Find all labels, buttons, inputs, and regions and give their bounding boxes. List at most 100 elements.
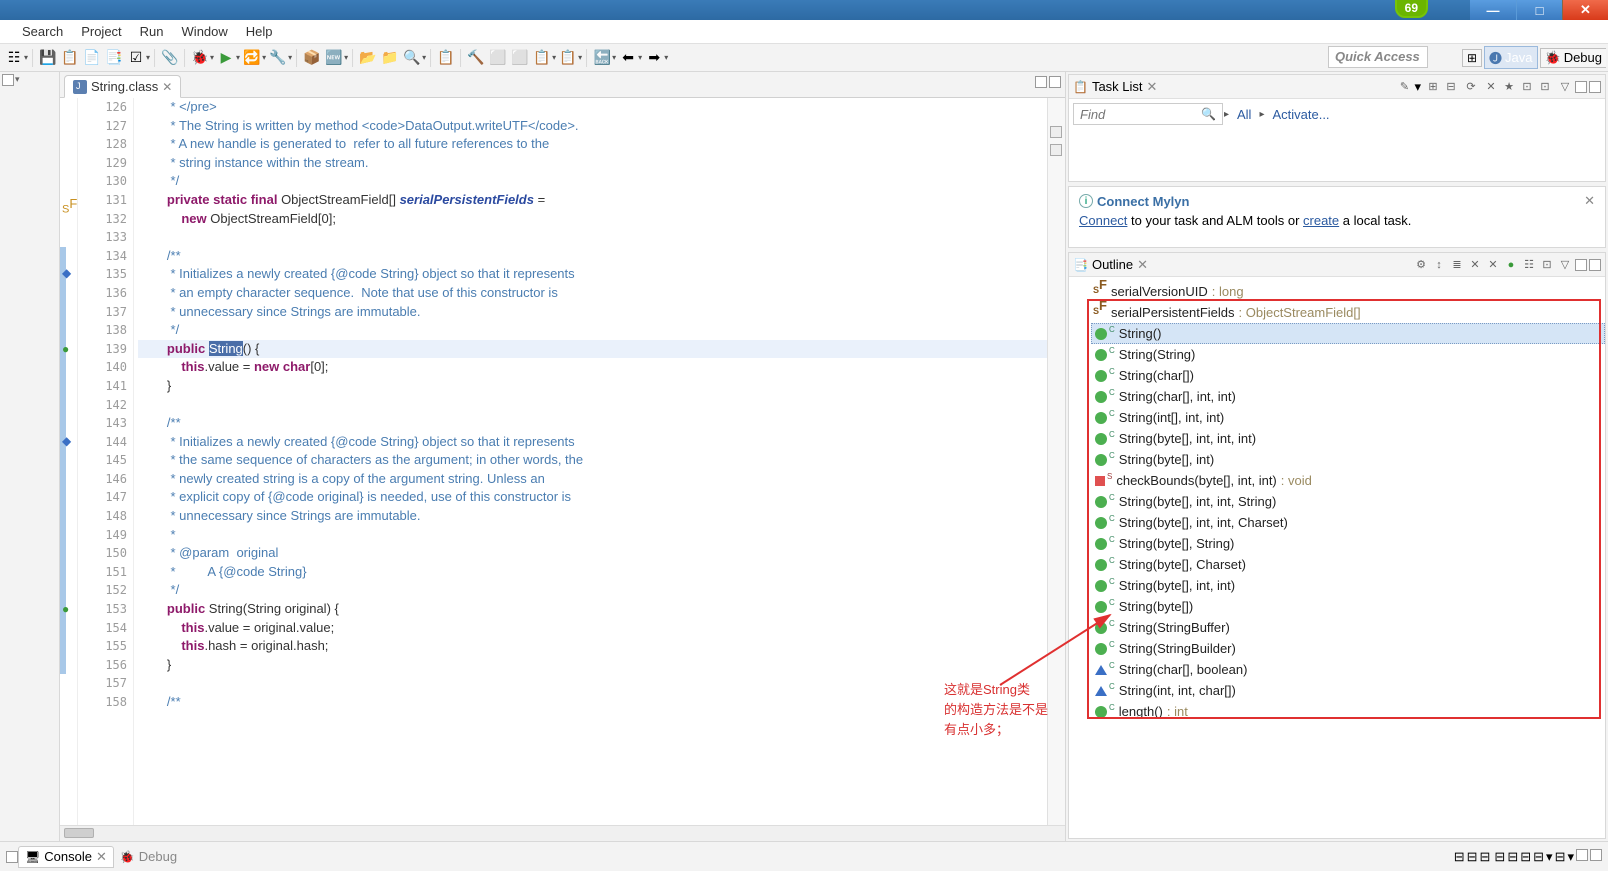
toolbar-icon[interactable]: ⊟: [1520, 849, 1531, 865]
toolbar-icon[interactable]: 📋: [60, 48, 80, 68]
outline-item[interactable]: CString(byte[], int, int, Charset): [1095, 512, 1605, 533]
toolbar-icon[interactable]: ✕: [1483, 79, 1499, 95]
toolbar-icon[interactable]: ⬜: [510, 48, 530, 68]
notification-badge[interactable]: 69: [1395, 0, 1428, 18]
debug-icon[interactable]: 🐞: [190, 48, 210, 68]
toolbar-icon[interactable]: ★: [1501, 79, 1517, 95]
task-all-link[interactable]: All: [1237, 107, 1251, 122]
maximize-icon[interactable]: [1590, 849, 1602, 861]
outline-item[interactable]: Clength() : int: [1095, 701, 1605, 722]
toolbar-icon[interactable]: ☷: [1521, 257, 1537, 273]
minimize-icon[interactable]: [1575, 81, 1587, 93]
perspective-java[interactable]: 🅙Java: [1484, 46, 1537, 69]
search-icon[interactable]: 🔍: [402, 48, 422, 68]
view-menu-icon[interactable]: ▽: [1557, 79, 1573, 95]
toolbar-icon[interactable]: ⊟: [1480, 849, 1491, 865]
restore-icon[interactable]: [6, 851, 18, 863]
toolbar-icon[interactable]: ⊟: [1555, 849, 1566, 865]
outline-item[interactable]: CString(): [1091, 323, 1605, 344]
toolbar-icon[interactable]: 📋: [436, 48, 456, 68]
outline-item[interactable]: CString(StringBuilder): [1095, 638, 1605, 659]
menu-project[interactable]: Project: [73, 22, 129, 41]
toolbar-icon[interactable]: ●: [1503, 257, 1519, 273]
new-package-icon[interactable]: 📦: [302, 48, 322, 68]
new-task-icon[interactable]: ✎: [1396, 79, 1412, 95]
outline-item[interactable]: CString(byte[], int): [1095, 449, 1605, 470]
toolbar-icon[interactable]: ☑: [126, 48, 146, 68]
maximize-icon[interactable]: [1589, 81, 1601, 93]
save-icon[interactable]: 💾: [38, 48, 58, 68]
maximize-icon[interactable]: [1589, 259, 1601, 271]
sort-icon[interactable]: ↕: [1431, 257, 1447, 273]
toolbar-icon[interactable]: ⊟: [1507, 849, 1518, 865]
overview-mark[interactable]: [1050, 126, 1062, 138]
outline-item[interactable]: CString(String): [1095, 344, 1605, 365]
outline-item[interactable]: SFserialPersistentFields : ObjectStreamF…: [1095, 302, 1605, 323]
toolbar-icon[interactable]: ⊟: [1467, 849, 1478, 865]
external-tools-icon[interactable]: 🔧: [268, 48, 288, 68]
toolbar-icon[interactable]: ⊟: [1443, 79, 1459, 95]
open-perspective-button[interactable]: ⊞: [1462, 49, 1482, 67]
source-code[interactable]: * </pre> * The String is written by meth…: [134, 98, 1047, 825]
create-link[interactable]: create: [1303, 213, 1339, 228]
toolbar-icon[interactable]: 📁: [380, 48, 400, 68]
restore-icon[interactable]: [2, 74, 14, 86]
toolbar-icon[interactable]: 📋: [532, 48, 552, 68]
maximize-view-icon[interactable]: [1049, 76, 1061, 88]
toolbar-icon[interactable]: 📑: [104, 48, 124, 68]
toolbar-icon[interactable]: ⚙: [1413, 257, 1429, 273]
toolbar-icon[interactable]: ☷: [4, 48, 24, 68]
outline-item[interactable]: CString(char[]): [1095, 365, 1605, 386]
quick-access-input[interactable]: Quick Access: [1328, 46, 1428, 68]
toolbar-icon[interactable]: 📋: [558, 48, 578, 68]
toolbar-icon[interactable]: ⊟: [1494, 849, 1505, 865]
menu-window[interactable]: Window: [174, 22, 236, 41]
toolbar-icon[interactable]: 📄: [82, 48, 102, 68]
minimize-view-icon[interactable]: [1035, 76, 1047, 88]
view-menu-icon[interactable]: ▽: [1557, 257, 1573, 273]
search-icon[interactable]: 🔍: [1201, 107, 1216, 121]
run-icon[interactable]: ▶: [216, 48, 236, 68]
outline-item[interactable]: CString(StringBuffer): [1095, 617, 1605, 638]
outline-item[interactable]: CString(char[], int, int): [1095, 386, 1605, 407]
outline-item[interactable]: CString(int, int, char[]): [1095, 680, 1605, 701]
toolbar-icon[interactable]: ⊡: [1537, 79, 1553, 95]
outline-item[interactable]: CString(char[], boolean): [1095, 659, 1605, 680]
horizontal-scrollbar[interactable]: [60, 825, 1065, 841]
outline-item[interactable]: CString(byte[], int, int, String): [1095, 491, 1605, 512]
console-tab[interactable]: 🖥 Console ✕: [18, 846, 114, 868]
run-last-icon[interactable]: 🔁: [242, 48, 262, 68]
menu-search[interactable]: Search: [14, 22, 71, 41]
debug-tab[interactable]: 🐞 Debug: [114, 847, 183, 866]
toolbar-icon[interactable]: ⬜: [488, 48, 508, 68]
editor-tab-string[interactable]: String.class ✕: [64, 75, 181, 98]
minimize-icon[interactable]: [1576, 849, 1588, 861]
outline-item[interactable]: SFserialVersionUID : long: [1095, 281, 1605, 302]
toolbar-icon[interactable]: ✕: [1485, 257, 1501, 273]
outline-item[interactable]: CString(byte[], Charset): [1095, 554, 1605, 575]
toolbar-icon[interactable]: 📎: [160, 48, 180, 68]
toolbar-icon[interactable]: ⊟: [1454, 849, 1465, 865]
perspective-debug[interactable]: 🐞Debug: [1540, 48, 1607, 68]
toolbar-icon[interactable]: ≣: [1449, 257, 1465, 273]
outline-item[interactable]: CString(byte[]): [1095, 596, 1605, 617]
close-hint-icon[interactable]: ✕: [1584, 193, 1595, 209]
toolbar-icon[interactable]: ⊡: [1539, 257, 1555, 273]
toolbar-icon[interactable]: ⊟: [1533, 849, 1544, 865]
menu-help[interactable]: Help: [238, 22, 281, 41]
outline-item[interactable]: CString(int[], int, int): [1095, 407, 1605, 428]
back-icon[interactable]: ⬅: [618, 48, 638, 68]
new-class-icon[interactable]: 🆕: [324, 48, 344, 68]
connect-link[interactable]: Connect: [1079, 213, 1127, 228]
task-activate-link[interactable]: Activate...: [1272, 107, 1329, 122]
open-type-icon[interactable]: 📂: [358, 48, 378, 68]
window-close-button[interactable]: ✕: [1562, 0, 1608, 20]
toolbar-icon[interactable]: 🔙: [592, 48, 612, 68]
toolbar-icon[interactable]: ⊡: [1519, 79, 1535, 95]
outline-item[interactable]: CString(byte[], String): [1095, 533, 1605, 554]
outline-item[interactable]: CString(byte[], int, int, int): [1095, 428, 1605, 449]
toolbar-icon[interactable]: ⊞: [1425, 79, 1441, 95]
overview-ruler[interactable]: [1047, 98, 1065, 825]
window-maximize-button[interactable]: □: [1516, 0, 1562, 20]
minimize-icon[interactable]: [1575, 259, 1587, 271]
